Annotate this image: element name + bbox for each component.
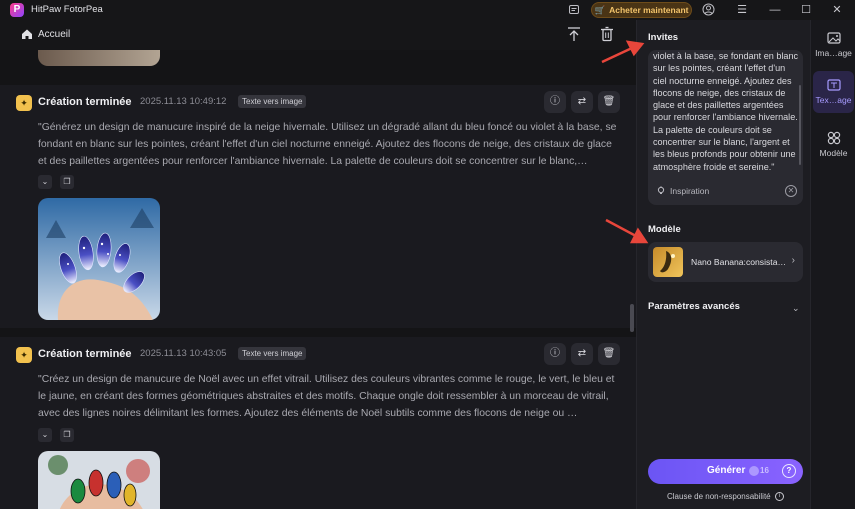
prompt-text[interactable]: violet à la base, se fondant en blanc su… [653,50,799,173]
toolbar: Accueil [0,20,636,50]
maximize-icon[interactable]: ☐ [796,2,816,18]
card-timestamp: 2025.11.13 10:49:12 [140,96,227,107]
prompts-label: Invites [648,32,679,43]
rail-label: Ima…age [815,48,852,58]
prompt-input[interactable]: violet à la base, se fondant en blanc su… [648,50,803,205]
feedback-icon[interactable] [566,2,582,18]
copy-icon[interactable]: ❐ [60,175,74,189]
minimize-icon[interactable]: — [765,2,785,18]
model-label: Modèle [648,224,681,235]
title-bar: P HitPaw FotorPea 🛒 Acheter maintenant ☰… [0,0,855,20]
delete-card-icon[interactable]: 🗑 [598,91,620,113]
chevron-down-icon[interactable]: ⌄ [792,303,800,314]
grid-icon [827,131,840,145]
feed-scrollbar[interactable] [630,304,634,332]
expand-chevron-icon[interactable]: ⌄ [38,175,52,189]
generate-button[interactable]: Générer 16 ? [648,459,803,484]
info-small-icon[interactable]: i [775,492,784,501]
inspiration-label: Inspiration [670,186,710,196]
generate-label: Générer [707,465,746,476]
generation-panel: Invites violet à la base, se fondant en … [636,20,810,509]
rail-item-text-to-image[interactable]: Tex…age [813,71,854,113]
home-link[interactable]: Accueil [38,29,70,40]
info-icon[interactable]: ⓘ [544,91,566,113]
help-icon[interactable]: ? [782,464,796,478]
buy-now-label: Acheter maintenant [609,5,689,15]
menu-icon[interactable]: ☰ [732,2,752,18]
lightbulb-icon [657,186,665,194]
credit-gem-icon [749,466,759,476]
history-card: ✦ Création terminée 2025.11.13 10:43:05 … [0,337,636,509]
prompt-scrollbar[interactable] [799,85,801,165]
card-prompt-text: "Générez un design de manucure inspiré d… [38,122,617,167]
home-icon[interactable] [20,27,34,41]
rail-label: Modèle [819,148,848,158]
export-icon[interactable] [565,25,583,43]
rail-item-image-to-image[interactable]: Ima…age [813,24,854,66]
close-icon[interactable]: ✕ [827,2,847,18]
app-logo: P [10,3,24,17]
delete-card-icon[interactable]: 🗑 [598,343,620,365]
info-icon[interactable]: ⓘ [544,343,566,365]
previous-result-thumbnail[interactable] [38,50,160,66]
model-name: Nano Banana:consista… [691,257,787,267]
card-mode-tag: Texte vers image [238,347,307,360]
rail-label: Tex…age [815,95,852,105]
text-image-icon [826,79,841,91]
model-selector[interactable]: Nano Banana:consista… › [648,242,803,282]
banana-badge-icon: ✦ [16,95,32,111]
copy-icon[interactable]: ❐ [60,428,74,442]
model-thumbnail [653,247,683,277]
regenerate-icon[interactable]: ⇄ [571,343,593,365]
inspiration-button[interactable]: Inspiration [656,186,709,196]
credit-cost: 16 [760,466,769,475]
card-title: Création terminée [38,96,132,108]
regenerate-icon[interactable]: ⇄ [571,91,593,113]
banana-badge-icon: ✦ [16,347,32,363]
mode-rail: Ima…age Tex…age Modèle [810,20,855,509]
card-prompt-text: "Créez un design de manucure de Noël ave… [38,374,615,419]
chevron-right-icon: › [791,255,795,266]
rail-item-models[interactable]: Modèle [813,124,854,166]
trash-icon[interactable] [598,25,616,43]
account-icon[interactable] [700,2,716,18]
buy-now-button[interactable]: 🛒 Acheter maintenant [591,2,692,18]
expand-chevron-icon[interactable]: ⌄ [38,428,52,442]
generated-image[interactable] [38,198,160,320]
card-timestamp: 2025.11.13 10:43:05 [140,348,227,359]
clear-prompt-icon[interactable]: ✕ [785,185,797,197]
card-title: Création terminée [38,348,132,360]
history-feed[interactable]: ✦ Création terminée 2025.11.13 10:49:12 … [0,50,636,509]
disclaimer-link[interactable]: Clause de non-responsabilité [667,492,771,501]
generated-image[interactable] [38,451,160,509]
app-title: HitPaw FotorPea [31,4,103,15]
advanced-settings-toggle[interactable]: Paramètres avancés [648,301,740,312]
card-mode-tag: Texte vers image [238,95,307,108]
image-icon [826,32,841,44]
cart-icon: 🛒 [594,4,606,15]
history-card: ✦ Création terminée 2025.11.13 10:49:12 … [0,85,636,328]
